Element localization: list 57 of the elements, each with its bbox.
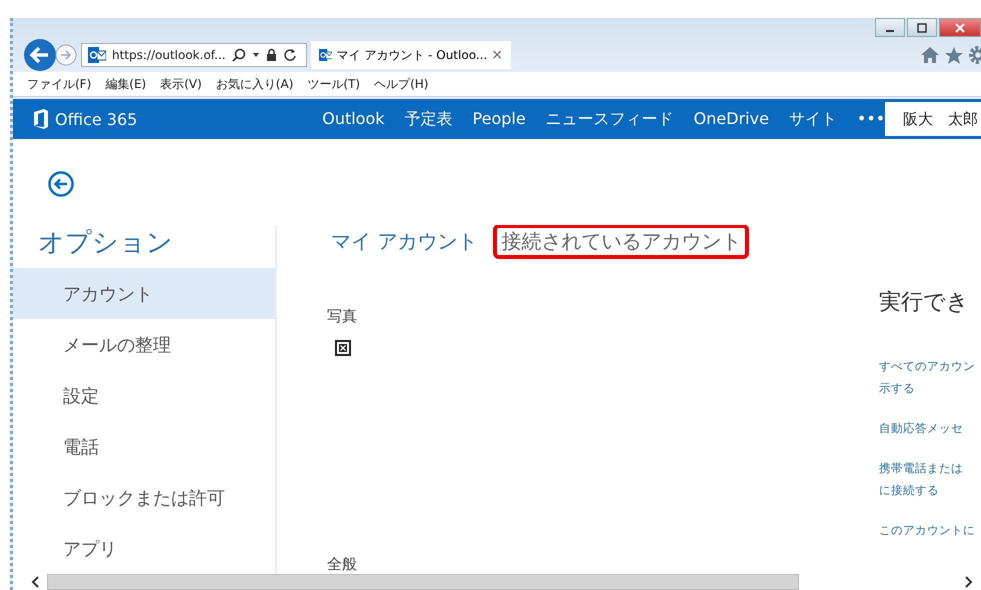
sidebar-item[interactable]: アプリ [13,523,275,574]
maximize-icon [917,22,927,32]
broken-image-icon [335,340,351,356]
refresh-icon[interactable] [282,48,297,62]
action-link[interactable]: すべてのアカウン 示する [879,355,981,399]
minimize-icon [886,30,894,32]
sidebar-item[interactable]: メールの整理 [13,319,275,370]
minimize-button[interactable] [875,18,905,37]
actions-title: 実行でき [879,289,970,317]
lock-icon [266,48,277,62]
outlook-icon [88,47,106,63]
user-name[interactable]: 阪大 太郎 [885,102,981,136]
settings-icon[interactable] [968,45,981,65]
maximize-button[interactable] [907,18,937,37]
browser-tab[interactable]: マイ アカウント - Outloo... × [311,41,511,69]
nav-link[interactable]: ニュースフィード [546,108,674,130]
tab-close-button[interactable]: × [491,47,503,63]
nav-link[interactable]: ••• [856,108,886,130]
page-tab[interactable]: マイ アカウント [327,226,482,256]
action-link[interactable]: このアカウントに [879,519,981,541]
general-label: 全般 [327,555,358,574]
search-icon[interactable] [232,48,246,62]
nav-link[interactable]: サイト [788,108,837,130]
menu-item[interactable]: 表示(V) [160,76,202,92]
menu-item[interactable]: ツール(T) [307,76,360,92]
star-icon[interactable] [944,46,964,64]
sidebar-item[interactable]: アカウント [13,268,275,319]
nav-link[interactable]: Outlook [322,108,385,130]
nav-link[interactable]: OneDrive [694,108,769,130]
scroll-left-icon[interactable] [31,576,41,588]
sidebar-item[interactable]: ブロックまたは許可 [13,472,275,523]
close-icon [955,22,965,32]
menu-item[interactable]: お気に入り(A) [216,76,294,92]
menu-item[interactable]: ファイル(F) [27,76,92,92]
outlook-icon [319,47,332,63]
office-logo[interactable]: Office 365 [13,109,322,129]
menu-item[interactable]: 編集(E) [105,76,146,92]
nav-link[interactable]: 予定表 [404,108,453,130]
photo-label: 写真 [327,307,358,326]
back-button[interactable] [23,38,57,72]
dropdown-icon[interactable] [252,52,260,58]
page-tab[interactable]: 接続されているアカウント [493,225,750,258]
options-title: オプション [37,227,174,260]
scrollbar-thumb[interactable] [47,574,799,590]
action-link[interactable]: 携帯電話または に接続する [879,457,981,501]
action-link[interactable]: 自動応答メッセ [879,417,981,439]
menu-item[interactable]: ヘルプ(H) [374,76,428,92]
office-icon [33,109,49,129]
back-button[interactable] [48,171,74,197]
sidebar-item[interactable]: 設定 [13,370,275,421]
sidebar-item[interactable]: 電話 [13,421,275,472]
scroll-right-icon[interactable] [963,576,973,588]
nav-link[interactable]: People [472,108,526,130]
close-button[interactable] [939,18,981,37]
home-icon[interactable] [920,46,940,64]
tab-title: マイ アカウント - Outloo... [336,46,488,64]
address-bar[interactable]: https://outlook.of... [81,43,307,67]
